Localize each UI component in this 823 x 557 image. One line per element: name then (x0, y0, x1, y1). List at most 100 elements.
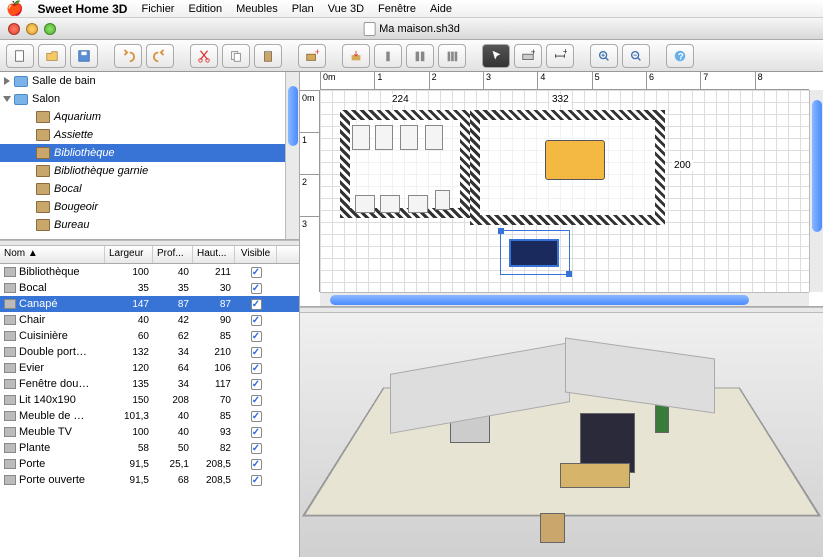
sofa-2d[interactable] (509, 239, 559, 267)
catalog-category[interactable]: Salon (0, 90, 299, 108)
bed-2d[interactable] (545, 140, 605, 180)
visible-checkbox[interactable]: ✓ (251, 283, 262, 294)
catalog-item[interactable]: Bocal (0, 180, 299, 198)
visible-checkbox[interactable]: ✓ (251, 427, 262, 438)
visible-checkbox[interactable]: ✓ (251, 347, 262, 358)
create-walls-button[interactable]: + (514, 44, 542, 68)
furniture-catalog-tree[interactable]: Salle de bainSalonAquariumAssietteBiblio… (0, 72, 299, 240)
furniture-list-table[interactable]: Nom ▲ Largeur Prof... Haut... Visible Bi… (0, 246, 299, 557)
visible-checkbox[interactable]: ✓ (251, 315, 262, 326)
visible-checkbox[interactable]: ✓ (251, 267, 262, 278)
menu-edition[interactable]: Edition (188, 3, 222, 15)
cut-button[interactable] (190, 44, 218, 68)
furniture-2d[interactable] (425, 125, 443, 150)
paste-button[interactable] (254, 44, 282, 68)
menu-meubles[interactable]: Meubles (236, 3, 278, 15)
zoom-out-button[interactable] (622, 44, 650, 68)
window-close-button[interactable] (8, 23, 20, 35)
column-name[interactable]: Nom ▲ (0, 246, 105, 263)
visible-checkbox[interactable]: ✓ (251, 443, 262, 454)
visible-checkbox[interactable]: ✓ (251, 299, 262, 310)
ruler-tick: 1 (374, 72, 428, 89)
furniture-2d[interactable] (380, 195, 400, 213)
zoom-in-button[interactable] (590, 44, 618, 68)
undo-button[interactable] (114, 44, 142, 68)
catalog-item[interactable]: Bibliothèque garnie (0, 162, 299, 180)
selection-handles[interactable] (500, 230, 570, 275)
visible-checkbox[interactable]: ✓ (251, 395, 262, 406)
table-row[interactable]: Meuble TV1004093✓ (0, 424, 299, 440)
window-minimize-button[interactable] (26, 23, 38, 35)
catalog-item[interactable]: Bureau (0, 216, 299, 234)
table-row[interactable]: Canapé1478787✓ (0, 296, 299, 312)
disclosure-icon[interactable] (3, 96, 11, 102)
plan-canvas[interactable]: 224 332 200 (320, 90, 809, 292)
table-row[interactable]: Cuisinière606285✓ (0, 328, 299, 344)
catalog-item[interactable]: Aquarium (0, 108, 299, 126)
align-center-button[interactable] (406, 44, 434, 68)
table-row[interactable]: Porte91,525,1208,5✓ (0, 456, 299, 472)
table-row[interactable]: Bibliothèque10040211✓ (0, 264, 299, 280)
table-row[interactable]: Porte ouverte91,568208,5✓ (0, 472, 299, 488)
table-row[interactable]: Lit 140x19015020870✓ (0, 392, 299, 408)
catalog-item[interactable]: Bougeoir (0, 198, 299, 216)
apple-menu-icon[interactable]: 🍎 (6, 0, 23, 17)
furniture-2d[interactable] (408, 195, 428, 213)
menu-vue3d[interactable]: Vue 3D (328, 3, 364, 15)
menu-fenetre[interactable]: Fenêtre (378, 3, 416, 15)
redo-button[interactable] (146, 44, 174, 68)
catalog-item[interactable]: Bibliothèque (0, 144, 299, 162)
catalog-scrollbar[interactable] (285, 72, 299, 239)
visible-checkbox[interactable]: ✓ (251, 459, 262, 470)
align-right-button[interactable] (438, 44, 466, 68)
table-header[interactable]: Nom ▲ Largeur Prof... Haut... Visible (0, 246, 299, 264)
plan-2d-view[interactable]: 0m12345678 0m123 224 332 200 (300, 72, 823, 307)
open-button[interactable] (38, 44, 66, 68)
cell-depth: 62 (153, 331, 193, 342)
menu-plan[interactable]: Plan (292, 3, 314, 15)
visible-checkbox[interactable]: ✓ (251, 331, 262, 342)
menu-fichier[interactable]: Fichier (141, 3, 174, 15)
table-row[interactable]: Double port…13234210✓ (0, 344, 299, 360)
column-width[interactable]: Largeur (105, 246, 153, 263)
window-zoom-button[interactable] (44, 23, 56, 35)
disclosure-icon[interactable] (4, 77, 10, 85)
plan-horizontal-scrollbar[interactable] (320, 292, 809, 306)
visible-checkbox[interactable]: ✓ (251, 363, 262, 374)
add-furniture-button[interactable]: + (298, 44, 326, 68)
column-height[interactable]: Haut... (193, 246, 235, 263)
create-dimensions-button[interactable]: + (546, 44, 574, 68)
table-row[interactable]: Bocal353530✓ (0, 280, 299, 296)
table-row[interactable]: Fenêtre dou…13534117✓ (0, 376, 299, 392)
catalog-item[interactable]: Assiette (0, 126, 299, 144)
help-button[interactable]: ? (666, 44, 694, 68)
visible-checkbox[interactable]: ✓ (251, 411, 262, 422)
furniture-2d[interactable] (352, 125, 370, 150)
align-left-button[interactable] (374, 44, 402, 68)
save-button[interactable] (70, 44, 98, 68)
menu-aide[interactable]: Aide (430, 3, 452, 15)
column-visible[interactable]: Visible (235, 246, 277, 263)
column-depth[interactable]: Prof... (153, 246, 193, 263)
catalog-category[interactable]: Salle de bain (0, 72, 299, 90)
table-row[interactable]: Chair404290✓ (0, 312, 299, 328)
new-button[interactable] (6, 44, 34, 68)
copy-button[interactable] (222, 44, 250, 68)
cell-name: Porte ouverte (19, 474, 85, 486)
furniture-2d[interactable] (435, 190, 450, 210)
furniture-2d[interactable] (400, 125, 418, 150)
view-3d[interactable] (300, 313, 823, 557)
table-row[interactable]: Meuble de …101,34085✓ (0, 408, 299, 424)
table-row[interactable]: Evier12064106✓ (0, 360, 299, 376)
furniture-2d[interactable] (355, 195, 375, 213)
furniture-2d[interactable] (375, 125, 393, 150)
select-tool-button[interactable] (482, 44, 510, 68)
dimension-label: 200 (672, 160, 693, 171)
visible-checkbox[interactable]: ✓ (251, 379, 262, 390)
visible-checkbox[interactable]: ✓ (251, 475, 262, 486)
import-furniture-button[interactable] (342, 44, 370, 68)
table-row[interactable]: Plante585082✓ (0, 440, 299, 456)
plan-vertical-scrollbar[interactable] (809, 90, 823, 292)
furniture-icon (4, 379, 16, 389)
furniture-icon (4, 315, 16, 325)
